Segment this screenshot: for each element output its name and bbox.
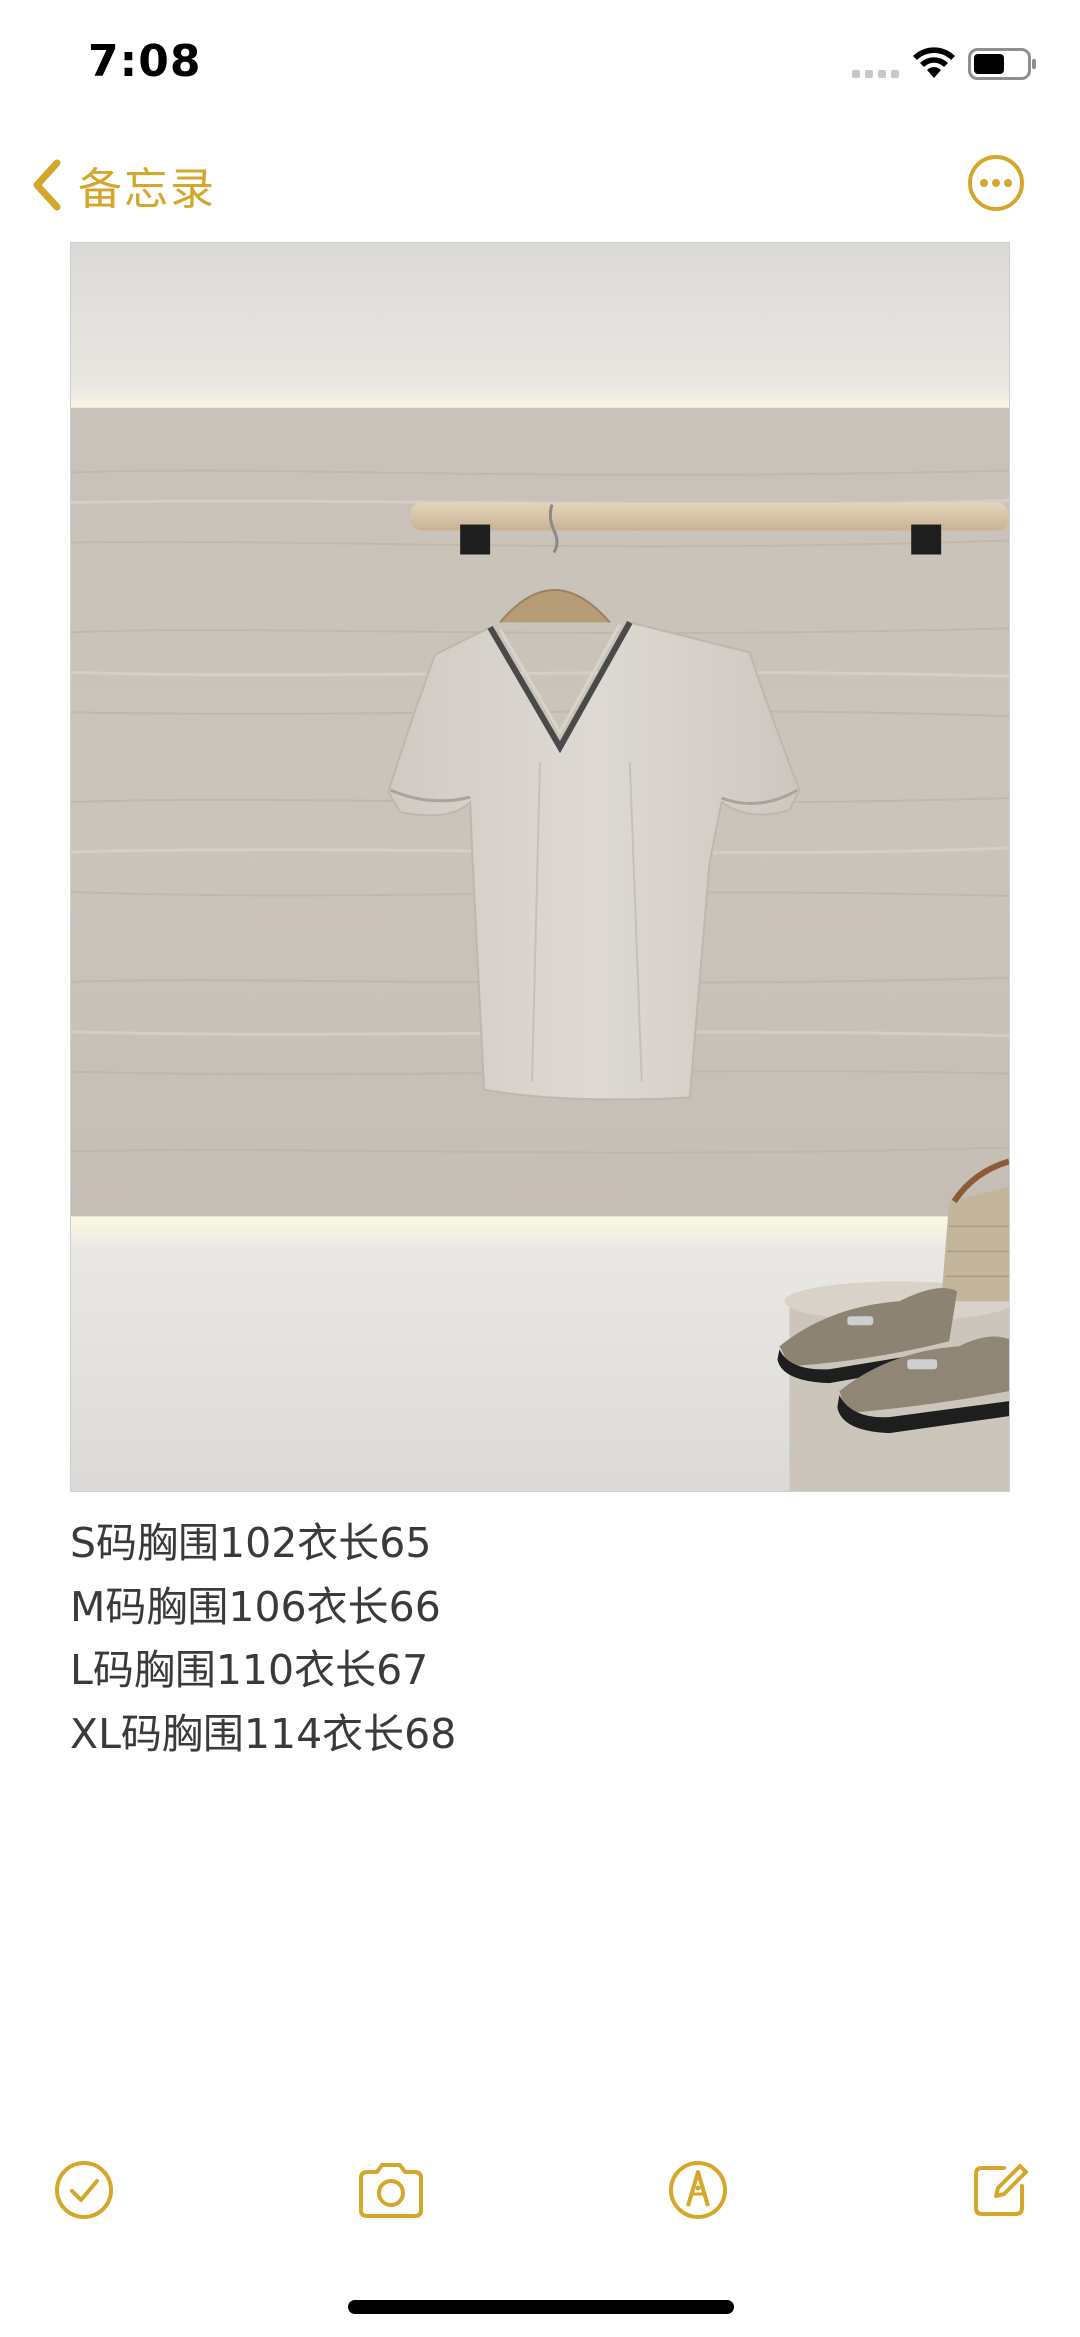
- compose-button[interactable]: [968, 2158, 1032, 2222]
- chevron-left-icon: [33, 159, 61, 211]
- wifi-icon: [913, 47, 955, 78]
- product-photo[interactable]: [70, 242, 1010, 1492]
- status-bar: 7:08: [0, 0, 1080, 130]
- status-time: 7:08: [88, 36, 202, 87]
- battery-icon: [968, 48, 1036, 80]
- home-indicator[interactable]: [348, 2300, 734, 2314]
- signal-icon: [852, 70, 899, 78]
- size-line-xl: XL码胸围114衣长68: [70, 1709, 457, 1758]
- size-line-m: M码胸围106衣长66: [70, 1582, 441, 1631]
- back-label: 备忘录: [78, 164, 216, 215]
- size-line-s: S码胸围102衣长65: [70, 1519, 432, 1567]
- product-photo-image: [71, 243, 1009, 1491]
- markup-button[interactable]: [666, 2158, 730, 2222]
- size-line-l: L码胸围110衣长67: [70, 1646, 429, 1694]
- camera-button[interactable]: [355, 2158, 427, 2222]
- checklist-button[interactable]: [52, 2158, 116, 2222]
- more-options-icon[interactable]: [966, 153, 1026, 213]
- note-body[interactable]: S码胸围102衣长65 M码胸围106衣长66 L码胸围110衣长67 XL码胸…: [70, 1512, 1010, 1766]
- back-button[interactable]: 备忘录: [30, 150, 216, 220]
